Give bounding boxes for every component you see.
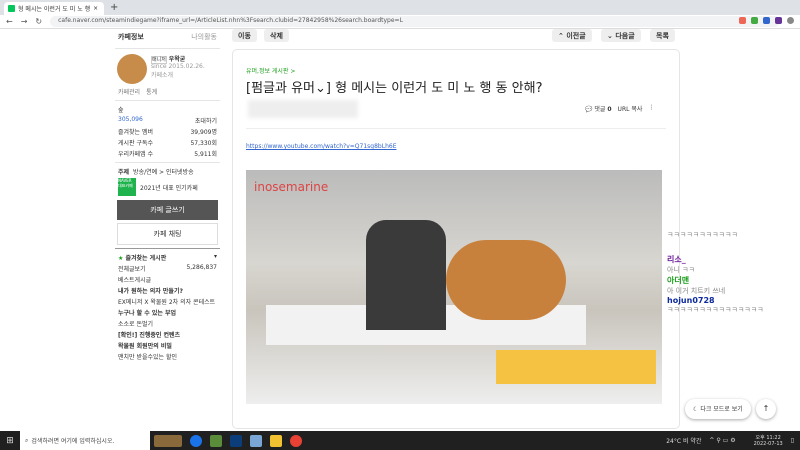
favorite-boards[interactable]: ★ 즐겨찾는 게시판 [118, 253, 166, 262]
moon-icon: ☾ [693, 406, 699, 413]
all-count: 5,286,837 [186, 264, 217, 271]
clock[interactable]: 오후 11:22 2022-07-13 [754, 434, 783, 447]
scroll-top-icon[interactable]: ↑ [756, 399, 776, 419]
stat-label: 우리카페앱 수 [118, 151, 154, 158]
vegas-icon[interactable] [230, 434, 242, 447]
cafe-intro-link[interactable]: 카페소개 [151, 72, 173, 79]
reload-icon[interactable]: ↻ [35, 17, 42, 26]
extensions [739, 17, 794, 24]
delete-button[interactable]: 삭제 [264, 29, 289, 42]
dark-mode-button[interactable]: ☾ 다크 모드로 보기 [685, 399, 751, 419]
tray-icons[interactable]: ^ ⚲ ▭ ⚙ [709, 437, 735, 444]
embedded-video[interactable]: inosemarine [246, 170, 662, 404]
more-icon[interactable]: ⋮ [648, 104, 654, 113]
topic[interactable]: 방송/연예 > 인터넷방송 [133, 167, 194, 176]
author-info-blurred [248, 100, 358, 118]
board-item[interactable]: 맨치만 받을수있는 할인 [118, 352, 177, 361]
chat-message: hojun0728 ㅋㅋㅋㅋㅋㅋㅋㅋㅋㅋㅋㅋㅋㅋㅋ [667, 296, 764, 314]
app-icon[interactable] [250, 434, 262, 447]
stat-label: 게시판 구독수 [118, 140, 154, 147]
member-count[interactable]: 305,096 [118, 116, 143, 125]
windows-start-icon[interactable]: ⊞ [0, 436, 20, 446]
extension-icon[interactable] [775, 17, 782, 24]
chat-message: ㅋㅋㅋㅋㅋㅋㅋㅋㅋㅋㅋ [667, 231, 738, 239]
comments-button[interactable]: 💬 댓글 0 [585, 104, 612, 113]
url-input[interactable]: cafe.naver.com/steamindiegame?iframe_url… [50, 16, 781, 27]
invite-link[interactable]: 초대하기 [195, 116, 217, 125]
file-explorer-icon[interactable] [270, 434, 282, 447]
stat-value: 39,909명 [190, 129, 217, 136]
cafe-chat-button[interactable]: 카페 채팅 [117, 223, 218, 245]
weather[interactable]: 24°C 비 약간 [666, 436, 701, 445]
move-button[interactable]: 이동 [232, 29, 257, 42]
tab-title: 형 메시는 이런거 도 미 노 행 [18, 6, 91, 13]
video-watermark: inosemarine [254, 180, 329, 194]
naver-award-badge: NAVER 대표카페 [118, 178, 136, 196]
board-item[interactable]: 소소로 돈벌기 [118, 319, 153, 328]
topic-label: 주제 [118, 169, 130, 176]
close-icon[interactable]: × [93, 5, 98, 12]
prev-post-button[interactable]: ⌃ 이전글 [552, 29, 592, 42]
since: since 2015.02.26. [151, 63, 205, 70]
board-link[interactable]: 유머,정보 게시판 > [246, 66, 295, 75]
search-icon: ⌕ [25, 436, 29, 444]
search-highlight-icon [154, 434, 182, 447]
extension-icon[interactable] [739, 17, 746, 24]
board-section: 왁물원 회원만의 비밀 [118, 343, 172, 350]
board-item[interactable]: EX메니저 X 왁물원 2차 의자 콘테스트 [118, 297, 215, 306]
tab-my-activity[interactable]: 나의활동 [191, 32, 217, 42]
extension-icon[interactable] [751, 17, 758, 24]
taskbar: ⊞ ⌕ 검색하려면 여기에 입력하십시오. 24°C 비 약간 ^ ⚲ ▭ ⚙ 오… [0, 431, 800, 450]
edge-icon[interactable] [190, 434, 202, 447]
board-section: 누구나 할 수 있는 부업 [118, 310, 177, 317]
tab-cafe-info[interactable]: 카페정보 [118, 32, 144, 42]
board-best[interactable]: 베스트게시글 [118, 275, 151, 284]
dog [446, 240, 566, 320]
stat-label: 즐겨찾는 멤버 [118, 129, 154, 136]
write-post-button[interactable]: 카페 글쓰기 [117, 200, 218, 220]
chat-message: 아더맨 아 이거 치트키 쓰네 [667, 276, 726, 295]
tab-bar: 형 메시는 이런거 도 미 노 행 × + [0, 0, 800, 15]
notification-icon[interactable]: ▯ [791, 437, 794, 444]
manager-name[interactable]: 우왁굳 [169, 56, 186, 63]
chat-message: 리소_ 아니 ㅋㅋ [667, 255, 695, 274]
star-icon: ★ [118, 255, 124, 262]
naver-cafe-icon [8, 5, 15, 12]
url-copy-button[interactable]: URL 복사 [618, 104, 643, 113]
profile-icon[interactable] [787, 17, 794, 24]
stat-value: 57,330회 [190, 140, 217, 147]
new-tab-button[interactable]: + [110, 2, 118, 13]
cafe-level: 숲 [118, 107, 124, 114]
stats-link[interactable]: 통계 [146, 87, 157, 96]
board-all-posts[interactable]: 전체글보기 [118, 264, 146, 273]
list-button[interactable]: 목록 [650, 29, 675, 42]
next-post-button[interactable]: ⌄ 다음글 [601, 29, 641, 42]
minecraft-icon[interactable] [210, 434, 222, 447]
extension-icon[interactable] [763, 17, 770, 24]
chrome-icon[interactable] [290, 434, 302, 447]
board-section[interactable]: [확인!] 진행중인 컨텐츠 [118, 330, 180, 339]
cafe-manage-link[interactable]: 카페관리 [118, 87, 140, 96]
browser-tab[interactable]: 형 메시는 이런거 도 미 노 행 × [4, 2, 104, 15]
award-text: 2021년 대표 인기카페 [140, 184, 198, 192]
article-title: [펌글과 유머⌄] 형 메시는 이런거 도 미 노 행 동 안해? [246, 81, 543, 96]
yellow-mat [496, 350, 656, 384]
address-bar: ← → ↻ cafe.naver.com/steamindiegame?iframe… [0, 15, 800, 29]
person [366, 220, 446, 330]
cafe-sidebar: 카페정보 나의활동 매니저 우왁굳 since 2015.02.26. 카페소개 카페… [115, 29, 220, 429]
youtube-link[interactable]: https://www.youtube.com/watch?v=Q71sg8bL… [246, 143, 396, 150]
stat-value: 5,911회 [194, 151, 217, 158]
taskbar-search[interactable]: ⌕ 검색하려면 여기에 입력하십시오. [20, 431, 150, 450]
back-icon[interactable]: ← [6, 17, 13, 26]
cafe-logo [117, 54, 147, 84]
forward-icon[interactable]: → [21, 17, 28, 26]
chevron-down-icon[interactable]: ▾ [214, 253, 217, 262]
board-section: 내가 원하는 의자 만들기? [118, 288, 183, 295]
